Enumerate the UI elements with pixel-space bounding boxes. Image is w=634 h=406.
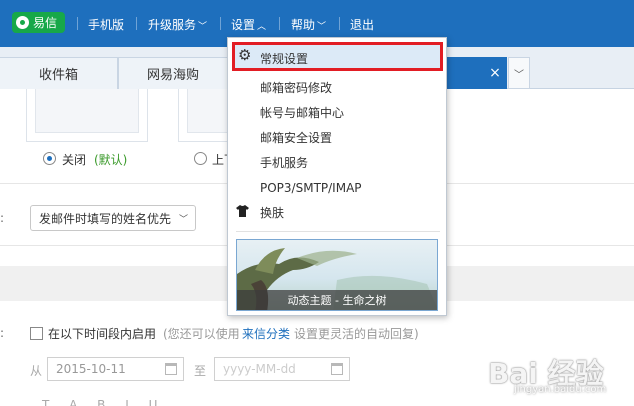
auto-reply-hint-suffix: 设置更灵活的自动回复): [294, 327, 419, 341]
radio-off-label: 关闭: [62, 153, 87, 167]
menu-item-password-change[interactable]: 邮箱密码修改: [228, 75, 446, 100]
mail-classify-link[interactable]: 来信分类: [242, 325, 290, 342]
auto-reply-hint-prefix: (您还可以使用: [163, 327, 240, 341]
menu-item-account-center[interactable]: 帐号与邮箱中心: [228, 100, 446, 125]
menu-item-label: 邮箱安全设置: [260, 131, 333, 145]
row-colon: :: [0, 211, 5, 225]
layout-thumbnail-off[interactable]: [26, 89, 148, 142]
nav-help-label: 帮助: [291, 18, 316, 32]
to-date-input[interactable]: yyyy-MM-dd: [214, 357, 350, 381]
chevron-down-icon: ﹀: [198, 22, 208, 32]
menu-item-mobile-service[interactable]: 手机服务: [228, 150, 446, 175]
auto-reply-period-label: 在以下时间段内启用: [48, 327, 157, 341]
menu-item-security-settings[interactable]: 邮箱安全设置: [228, 125, 446, 150]
close-icon: ×: [489, 65, 501, 81]
skin-preview-tree-of-life[interactable]: 动态主题 - 生命之树: [236, 239, 438, 311]
calendar-icon[interactable]: [165, 363, 177, 375]
from-date-input[interactable]: 2015-10-11: [47, 357, 184, 381]
tshirt-icon: [236, 205, 249, 217]
menu-item-pop3-smtp-imap[interactable]: POP3/SMTP/IMAP: [228, 175, 446, 200]
nav-separator: [279, 17, 280, 30]
menu-item-label: 邮箱密码修改: [260, 81, 333, 95]
editor-toolbar-faded: T A B I U: [42, 398, 166, 406]
menu-item-label: 换肤: [260, 206, 285, 220]
tab-close-button[interactable]: ×: [483, 57, 507, 89]
nav-separator: [77, 17, 78, 30]
sender-name-select[interactable]: 发邮件时填写的姓名优先 ﹀: [30, 205, 196, 231]
chevron-up-icon: ︿: [257, 22, 267, 32]
auto-reply-period-checkbox[interactable]: [30, 327, 43, 340]
menu-item-general-settings[interactable]: ⚙ 常规设置: [232, 42, 443, 71]
calendar-icon[interactable]: [331, 363, 343, 375]
radio-off[interactable]: [43, 152, 56, 165]
to-label: 至: [194, 364, 207, 378]
nav-settings[interactable]: 设置 ︿: [231, 16, 266, 33]
nav-separator: [339, 17, 340, 30]
nav-separator: [220, 17, 221, 30]
menu-item-label: 手机服务: [260, 156, 309, 170]
nav-mobile-version[interactable]: 手机版: [88, 16, 124, 33]
settings-dropdown-menu: ⚙ 常规设置 邮箱密码修改 帐号与邮箱中心 邮箱安全设置 手机服务 POP3/S…: [227, 37, 447, 316]
watermark-url: jingyan.baidu.com: [514, 384, 607, 395]
menu-item-change-skin[interactable]: 换肤: [228, 200, 446, 225]
thumbnail-preview: [35, 89, 139, 133]
menu-divider: [236, 231, 440, 232]
row-colon: :: [0, 326, 5, 340]
tab-more-button[interactable]: ﹀: [508, 57, 530, 89]
sender-name-select-value: 发邮件时填写的姓名优先: [39, 211, 172, 226]
nav-upgrade-service[interactable]: 升级服务 ﹀: [148, 16, 207, 33]
tab-netease-haigou[interactable]: 网易海购: [118, 57, 228, 89]
from-label: 从: [30, 364, 43, 378]
yixin-label: 易信: [33, 16, 58, 30]
default-tag: (默认): [94, 153, 128, 167]
tab-settings-active[interactable]: [447, 57, 483, 89]
radio-split[interactable]: [194, 152, 207, 165]
chevron-down-icon: ﹀: [317, 22, 327, 32]
tab-inbox[interactable]: 收件箱: [0, 57, 118, 89]
nav-settings-label: 设置: [231, 18, 256, 32]
from-date-value: 2015-10-11: [56, 362, 126, 376]
chevron-down-icon: ﹀: [514, 69, 524, 81]
nav-upgrade-label: 升级服务: [148, 18, 197, 32]
nav-separator: [136, 17, 137, 30]
nav-help[interactable]: 帮助 ﹀: [291, 16, 326, 33]
menu-item-label: 常规设置: [260, 52, 309, 66]
gear-icon: ⚙: [238, 46, 252, 64]
menu-item-label: POP3/SMTP/IMAP: [260, 180, 362, 195]
yixin-icon: [16, 16, 29, 29]
chevron-down-icon: ﹀: [178, 215, 188, 225]
nav-logout[interactable]: 退出: [350, 16, 374, 33]
yixin-logo[interactable]: 易信: [12, 12, 65, 33]
menu-item-label: 帐号与邮箱中心: [260, 106, 345, 120]
to-date-placeholder: yyyy-MM-dd: [223, 362, 296, 376]
skin-caption: 动态主题 - 生命之树: [237, 290, 437, 310]
